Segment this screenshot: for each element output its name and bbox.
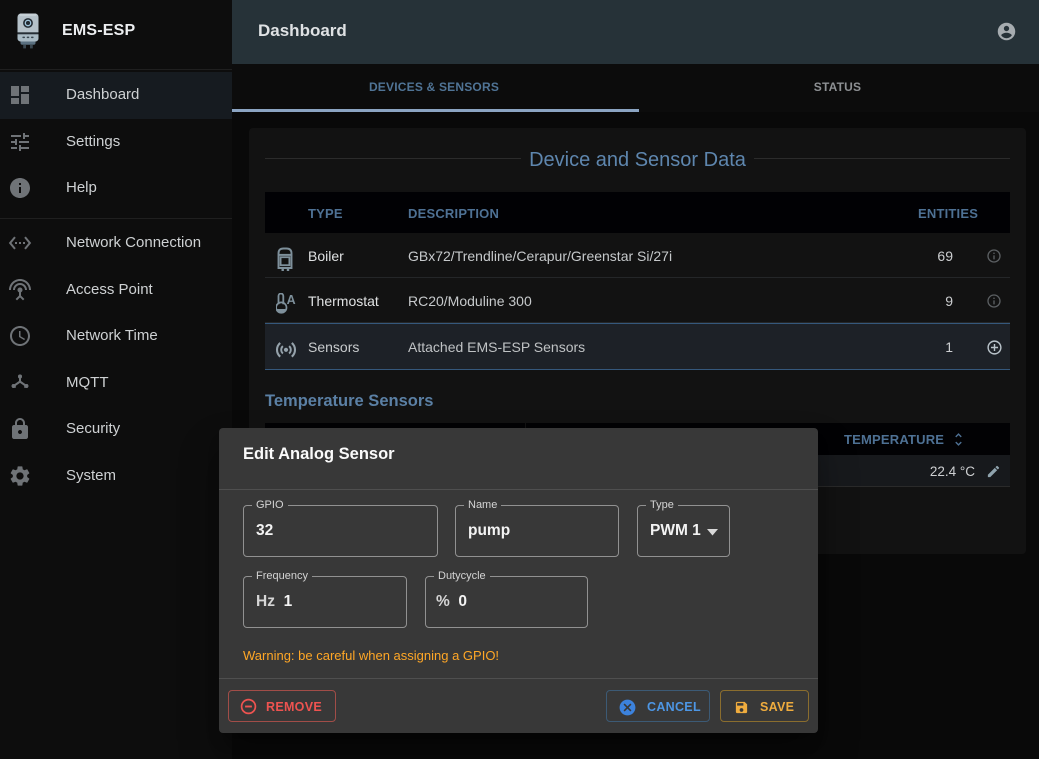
- svg-text:A: A: [287, 293, 296, 307]
